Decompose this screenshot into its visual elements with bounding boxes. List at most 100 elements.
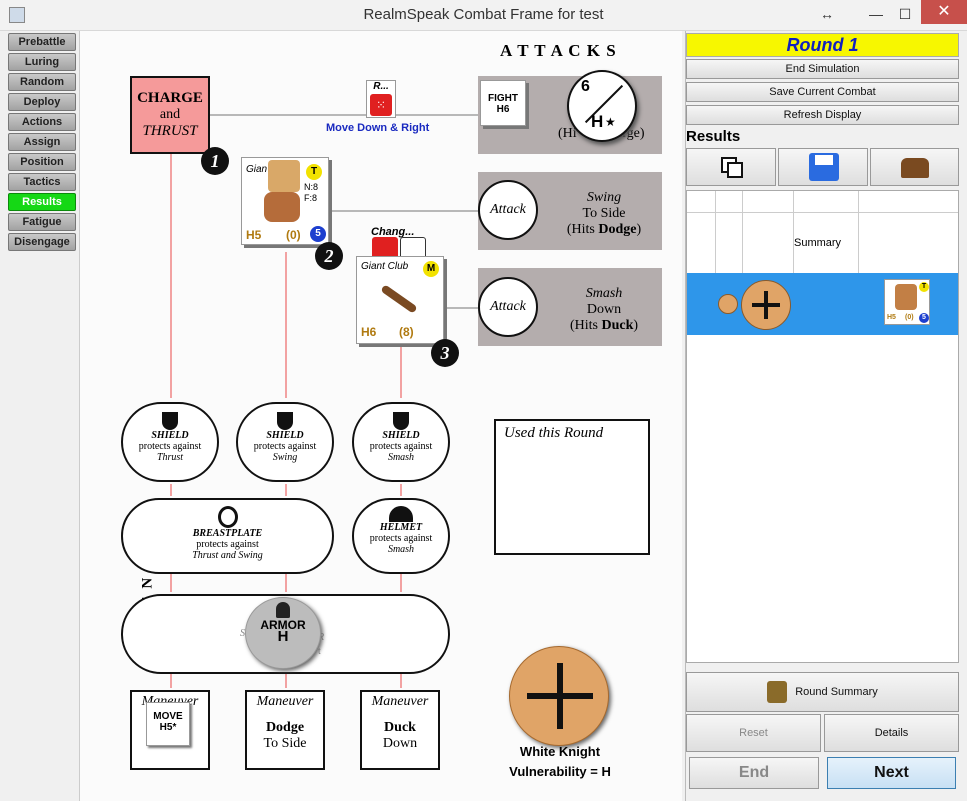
to-side-label: To Side [582, 206, 626, 221]
club-badge: M [423, 261, 439, 277]
giant-chit[interactable]: Gian T N:8 F:8 H5 (0) 5 [241, 157, 329, 245]
details-button[interactable]: Details [824, 714, 959, 752]
position-number-3: 3 [431, 339, 459, 367]
copy-button[interactable] [686, 148, 776, 186]
attacks-heading: A T T A C K S [500, 41, 617, 60]
club-attack: (8) [399, 325, 414, 339]
connector [400, 347, 402, 398]
token-number: 6 [581, 78, 590, 95]
move-caption: Move Down & Right [326, 122, 430, 134]
maneuver-dodge[interactable]: Maneuver Dodge To Side [245, 690, 325, 770]
white-knight-token[interactable] [509, 646, 609, 746]
cross-icon [527, 693, 593, 699]
breastplate-icon [217, 506, 238, 528]
protects-label: protects against [253, 441, 317, 452]
protects-target: Smash [387, 452, 415, 463]
round-token[interactable]: 6 H ★ [567, 70, 637, 142]
connector [445, 307, 478, 309]
treasure-chest-button[interactable] [870, 148, 959, 186]
token-letter: H [591, 112, 604, 131]
maneuver-title: Maneuver [371, 694, 429, 709]
knight-token-icon [741, 280, 791, 330]
end-button[interactable]: End [689, 757, 819, 789]
giant-speed: 5 [310, 226, 326, 242]
tab-actions[interactable]: Actions [8, 113, 76, 131]
tab-results[interactable]: Results [8, 193, 76, 211]
protects-target: Smash [387, 544, 415, 555]
move-chit-label: R... [373, 81, 389, 92]
table-row[interactable]: T H5 (0) 5 [687, 273, 958, 335]
helmet-box[interactable]: HELMET protects against Smash [352, 498, 450, 574]
cross-icon [752, 303, 780, 307]
hits-label: (Hits [566, 222, 599, 237]
swing-label: Swing [586, 190, 622, 205]
protects-target: Swing [272, 452, 298, 463]
mini-attack: (0) [905, 314, 914, 321]
fight-chit[interactable]: FIGHT H6 [480, 80, 526, 126]
shield-swing[interactable]: SHIELD protects against Swing [236, 402, 334, 482]
round-summary-label: Round Summary [795, 686, 878, 698]
connector [170, 574, 172, 592]
armor-token[interactable]: ARMOR H [245, 597, 321, 669]
tab-tactics[interactable]: Tactics [8, 173, 76, 191]
connector [400, 574, 402, 592]
tab-prebattle[interactable]: Prebattle [8, 33, 76, 51]
giant-stat-n: N:8 [304, 182, 319, 192]
character-vulnerability: Vulnerability = H [509, 764, 611, 779]
save-combat-button[interactable]: Save Current Combat [686, 82, 959, 102]
tab-deploy[interactable]: Deploy [8, 93, 76, 111]
dodge-label: Dodge [598, 222, 637, 237]
red-die-icon: ⁙ [370, 94, 392, 116]
down-label: Down [586, 302, 622, 317]
club-harm: H6 [361, 325, 377, 339]
tab-random[interactable]: Random [8, 73, 76, 91]
maximize-button[interactable]: ☐ [893, 4, 917, 24]
paren-label: ) [633, 318, 639, 333]
giant-club-chit[interactable]: Giant Club M H6 (8) [356, 256, 444, 344]
giant-harm: H5 [246, 228, 262, 242]
mini-harm: H5 [887, 314, 896, 321]
minimize-button[interactable]: — [864, 4, 888, 24]
giant-portrait-icon [268, 160, 300, 192]
reset-button[interactable]: Reset [686, 714, 821, 752]
next-button[interactable]: Next [827, 757, 956, 789]
maneuver-duck[interactable]: Maneuver Duck Down [360, 690, 440, 770]
move-label: MOVE [153, 711, 183, 722]
move-value: H5* [159, 722, 177, 733]
position-number-2: 2 [315, 242, 343, 270]
character-name: White Knight [519, 744, 601, 759]
protects-target: Thrust and Swing [192, 550, 263, 561]
shield-smash[interactable]: SHIELD protects against Smash [352, 402, 450, 482]
tab-fatigue[interactable]: Fatigue [8, 213, 76, 231]
end-simulation-button[interactable]: End Simulation [686, 59, 959, 79]
tab-disengage[interactable]: Disengage [8, 233, 76, 251]
chest-icon [901, 158, 929, 178]
attack-circle-2: Attack [478, 180, 538, 240]
maneuver-charge[interactable]: Maneuver Charge Ahead MOVE H5* [130, 690, 210, 770]
tab-position[interactable]: Position [8, 153, 76, 171]
results-table[interactable]: Summary T H5 (0) 5 [686, 190, 959, 663]
armor-helmet-icon [276, 602, 290, 618]
shield-name: SHIELD [382, 430, 420, 441]
position-number-1: 1 [201, 147, 229, 175]
refresh-display-button[interactable]: Refresh Display [686, 105, 959, 125]
breastplate-box[interactable]: BREASTPLATE protects against Thrust and … [121, 498, 334, 574]
armor-hidden-text: t [318, 646, 321, 657]
table-header-row [687, 191, 958, 213]
close-button[interactable]: ✕ [921, 0, 967, 24]
charge-thrust-box[interactable]: CHARGE and THRUST [130, 76, 210, 154]
tab-assign[interactable]: Assign [8, 133, 76, 151]
move-chit-2[interactable]: MOVE H5* [146, 702, 190, 746]
paren-label: ) [636, 222, 642, 237]
tab-luring[interactable]: Luring [8, 53, 76, 71]
fight-value: H6 [496, 104, 510, 115]
connector [285, 252, 287, 398]
connector [170, 153, 172, 398]
round-summary-button[interactable]: Round Summary [686, 672, 959, 712]
shield-thrust[interactable]: SHIELD protects against Thrust [121, 402, 219, 482]
save-disk-button[interactable] [778, 148, 868, 186]
maneuver-line2: Down [382, 736, 418, 751]
move-chit[interactable]: R... ⁙ [366, 80, 396, 118]
connector [330, 210, 478, 212]
resize-icon[interactable]: ↔ [815, 4, 839, 24]
